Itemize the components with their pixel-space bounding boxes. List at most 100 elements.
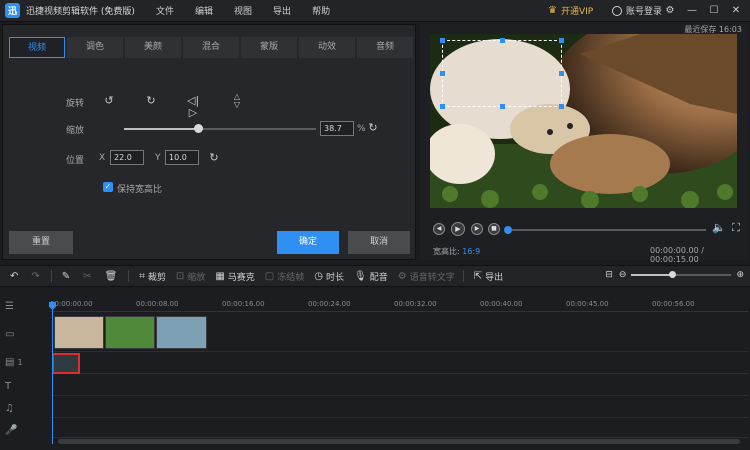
resize-handle[interactable]	[559, 104, 564, 109]
progress-knob[interactable]	[504, 226, 512, 234]
edit-icon[interactable]: ✎	[62, 271, 73, 282]
resize-handle[interactable]	[500, 104, 505, 109]
scale-input[interactable]: 38.7	[320, 121, 354, 136]
aspect-label: 宽高比:	[433, 247, 460, 256]
selection-box[interactable]	[440, 38, 564, 109]
menu-edit[interactable]: 编辑	[195, 4, 213, 17]
video-clip[interactable]	[156, 316, 207, 349]
flip-horizontal-icon[interactable]: ◁|▷	[187, 95, 199, 119]
scale-reset-icon[interactable]: ↻	[367, 122, 379, 134]
tab-beauty[interactable]: 美颜	[125, 37, 181, 58]
delete-icon[interactable]: 🗑	[105, 271, 121, 282]
voice-to-text-button[interactable]: ⚙ 语音转文字	[398, 270, 455, 283]
menu-export[interactable]: 导出	[273, 4, 291, 17]
mosaic-button[interactable]: ▦ 马赛克	[215, 270, 254, 283]
login-button[interactable]: 账号登录	[612, 4, 662, 17]
tab-color[interactable]: 调色	[67, 37, 123, 58]
tick-label: 00:00:56.00	[652, 300, 695, 308]
zoom-in-icon[interactable]: ⊕	[736, 270, 744, 280]
pip-track-icon: ▤	[5, 356, 15, 368]
position-reset-icon[interactable]: ↻	[208, 152, 220, 164]
resize-handle[interactable]	[440, 38, 445, 43]
freeze-frame-button[interactable]: ▢ 冻结帧	[265, 270, 304, 283]
scale-slider[interactable]	[124, 124, 316, 133]
resize-handle[interactable]	[440, 71, 445, 76]
text-track[interactable]	[50, 374, 748, 396]
mosaic-clip[interactable]	[52, 353, 80, 374]
resize-handle[interactable]	[440, 104, 445, 109]
video-clip[interactable]	[54, 316, 104, 349]
fit-timeline-icon[interactable]: ⊟	[605, 270, 613, 280]
zoom-slider-thumb[interactable]	[669, 271, 677, 278]
dub-button[interactable]: 🎙 配音	[354, 270, 388, 283]
flip-vertical-icon[interactable]: △ ▽	[231, 93, 243, 109]
keep-ratio-checkbox[interactable]: ✓	[103, 182, 113, 192]
settings-icon[interactable]: ⚙	[662, 3, 678, 19]
fullscreen-icon[interactable]: ⛶	[730, 222, 742, 234]
export-icon: ⇱	[473, 270, 483, 282]
tick-label: 00:00:16.00	[222, 300, 265, 308]
zoom-slider-fill	[631, 274, 672, 276]
volume-icon[interactable]: 🔈	[712, 222, 726, 234]
mosaic-label: 马赛克	[227, 272, 255, 283]
tab-mask[interactable]: 蒙版	[241, 37, 297, 58]
export-button[interactable]: ⇱ 导出	[474, 270, 503, 283]
menu-help[interactable]: 帮助	[312, 4, 330, 17]
aspect-value[interactable]: 16:9	[462, 247, 480, 256]
menu-file[interactable]: 文件	[156, 4, 174, 17]
close-icon[interactable]: ✕	[728, 3, 744, 19]
rotate-right-icon[interactable]: ↻	[145, 95, 157, 107]
minimize-icon[interactable]: —	[684, 3, 700, 19]
toolbar-divider	[462, 270, 464, 282]
playhead[interactable]	[52, 306, 53, 444]
tick-label: 00:00:40.00	[480, 300, 523, 308]
duration-button[interactable]: ◷ 时长	[314, 270, 344, 283]
resize-handle[interactable]	[500, 38, 505, 43]
timeline-scrollbar[interactable]	[58, 439, 740, 444]
music-note-icon: ♫	[5, 402, 14, 414]
cancel-button[interactable]: 取消	[348, 231, 410, 254]
scale-slider-thumb[interactable]	[194, 124, 204, 133]
undo-icon[interactable]: ↶	[10, 271, 21, 282]
next-frame-icon[interactable]: ▶	[471, 223, 483, 235]
resize-handle[interactable]	[559, 71, 564, 76]
x-label: X	[99, 153, 106, 163]
menu-view[interactable]: 视图	[234, 4, 252, 17]
maximize-icon[interactable]: ☐	[706, 3, 722, 19]
cut-icon[interactable]: ✂	[83, 271, 94, 282]
music-track-header: ♫	[0, 398, 50, 418]
music-track[interactable]	[50, 396, 748, 418]
zoom-tool-button[interactable]: ⊡ 缩放	[176, 270, 205, 283]
playback-progress[interactable]	[504, 226, 706, 234]
add-track-icon[interactable]: ☰	[0, 296, 50, 316]
text-track-icon: T	[5, 380, 12, 392]
redo-icon[interactable]: ↷	[31, 271, 42, 282]
tab-motion[interactable]: 动效	[299, 37, 355, 58]
video-clip[interactable]	[105, 316, 155, 349]
timeline-zoom-slider[interactable]	[631, 271, 732, 278]
video-track[interactable]	[50, 314, 748, 352]
zoom-out-icon[interactable]: ⊖	[619, 270, 627, 280]
crown-icon: ♛	[548, 5, 557, 16]
x-input[interactable]: 22.0	[110, 150, 144, 165]
pip-track[interactable]	[50, 352, 748, 374]
stop-icon[interactable]: ■	[488, 223, 500, 235]
voice-track[interactable]	[50, 418, 748, 438]
reset-button[interactable]: 重置	[9, 231, 73, 254]
time-ruler[interactable]: 00:00:00.00 00:00:08.00 00:00:16.00 00:0…	[50, 288, 748, 312]
play-icon[interactable]: ▶	[451, 222, 465, 236]
tab-audio[interactable]: 音频	[357, 37, 413, 58]
ok-button[interactable]: 确定	[277, 231, 339, 254]
resize-handle[interactable]	[559, 38, 564, 43]
prev-frame-icon[interactable]: ◀	[433, 223, 445, 235]
pip-track-header: ▤ 1	[0, 352, 50, 372]
tab-blend[interactable]: 混合	[183, 37, 239, 58]
edit-tabs: 视频 调色 美颜 混合 蒙版 动效 音频	[9, 37, 415, 58]
window-controls: ⚙ — ☐ ✕	[656, 3, 744, 19]
y-input[interactable]: 10.0	[165, 150, 199, 165]
vip-button[interactable]: ♛ 开通VIP	[548, 4, 593, 17]
tab-video[interactable]: 视频	[9, 37, 65, 58]
crop-button[interactable]: ⌗ 裁剪	[139, 270, 166, 283]
text-track-header: T	[0, 376, 50, 396]
rotate-left-icon[interactable]: ↺	[103, 95, 115, 107]
